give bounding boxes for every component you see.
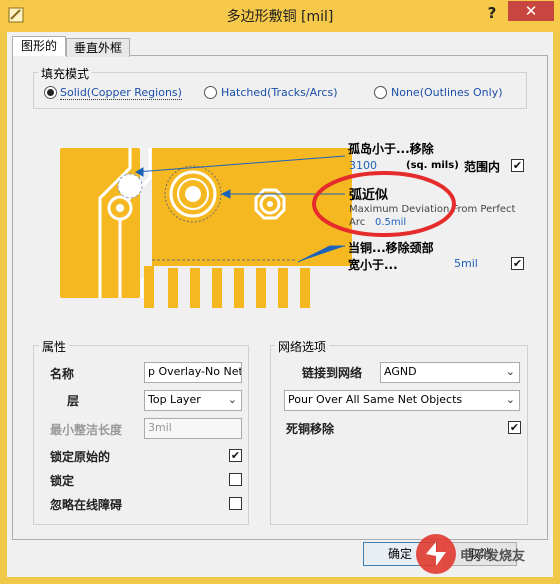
- fill-mode-title: 填充模式: [38, 65, 93, 82]
- name-label: 名称: [50, 367, 75, 381]
- connect-to-net-select[interactable]: AGND ⌄: [380, 362, 520, 383]
- remove-dead-copper-checkbox[interactable]: ✔: [508, 421, 521, 434]
- tab-outline-vertices[interactable]: 垂直外框: [66, 38, 130, 57]
- neck-value[interactable]: 5mil: [454, 257, 478, 270]
- min-length-label: 最小整洁长度: [50, 423, 123, 437]
- window-title: 多边形敷铜 [mil]: [226, 9, 334, 25]
- ignore-obstacles-checkbox[interactable]: [229, 497, 242, 510]
- pour-over-select[interactable]: Pour Over All Same Net Objects ⌄: [284, 390, 520, 411]
- island-range-label: 范围内: [464, 160, 501, 174]
- net-options-title: 网络选项: [275, 338, 330, 355]
- locked-checkbox[interactable]: [229, 473, 242, 486]
- locked-label: 锁定: [50, 474, 75, 488]
- island-checkbox[interactable]: ✔: [511, 159, 524, 172]
- fill-hatched-radio[interactable]: [204, 86, 217, 99]
- ignore-obstacles-label: 忽略在线障碍: [50, 498, 123, 512]
- island-title: 孤岛小于...移除: [348, 142, 434, 156]
- neck-checkbox[interactable]: ✔: [511, 257, 524, 270]
- fill-solid-label[interactable]: Solid(Copper Regions): [60, 86, 182, 100]
- watermark-logo: 电子发烧友: [416, 534, 525, 574]
- remove-dead-copper-label: 死铜移除: [286, 422, 335, 436]
- chevron-down-icon: ⌄: [505, 393, 515, 406]
- layer-select[interactable]: Top Layer ⌄: [144, 390, 242, 411]
- fill-solid-radio[interactable]: [44, 86, 57, 99]
- neck-title-line2: 宽小于...: [348, 258, 398, 272]
- neck-title-line1: 当铜...移除颈部: [348, 241, 434, 255]
- watermark-text: 电子发烧友: [460, 548, 525, 564]
- connect-to-net-value: AGND: [384, 365, 417, 378]
- close-button[interactable]: ✕: [508, 1, 554, 21]
- connect-to-net-label: 链接到网络: [302, 366, 363, 380]
- lock-primitives-label: 锁定原始的: [50, 450, 111, 464]
- chevron-down-icon: ⌄: [227, 393, 237, 406]
- fill-none-radio[interactable]: [374, 86, 387, 99]
- help-button[interactable]: ?: [478, 4, 506, 26]
- layer-select-value: Top Layer: [148, 393, 201, 406]
- layer-label: 层: [67, 394, 80, 408]
- pour-over-value: Pour Over All Same Net Objects: [288, 393, 463, 406]
- fill-hatched-label[interactable]: Hatched(Tracks/Arcs): [221, 86, 337, 99]
- fill-none-label[interactable]: None(Outlines Only): [391, 86, 503, 99]
- lock-primitives-checkbox[interactable]: ✔: [229, 449, 242, 462]
- name-field[interactable]: p Overlay-No Net: [144, 362, 242, 383]
- properties-title: 属性: [39, 338, 70, 355]
- highlight-ring: [312, 171, 456, 237]
- tab-graphical[interactable]: 图形的: [12, 36, 66, 56]
- min-length-field[interactable]: 3mil: [144, 418, 242, 439]
- chevron-down-icon: ⌄: [505, 365, 515, 378]
